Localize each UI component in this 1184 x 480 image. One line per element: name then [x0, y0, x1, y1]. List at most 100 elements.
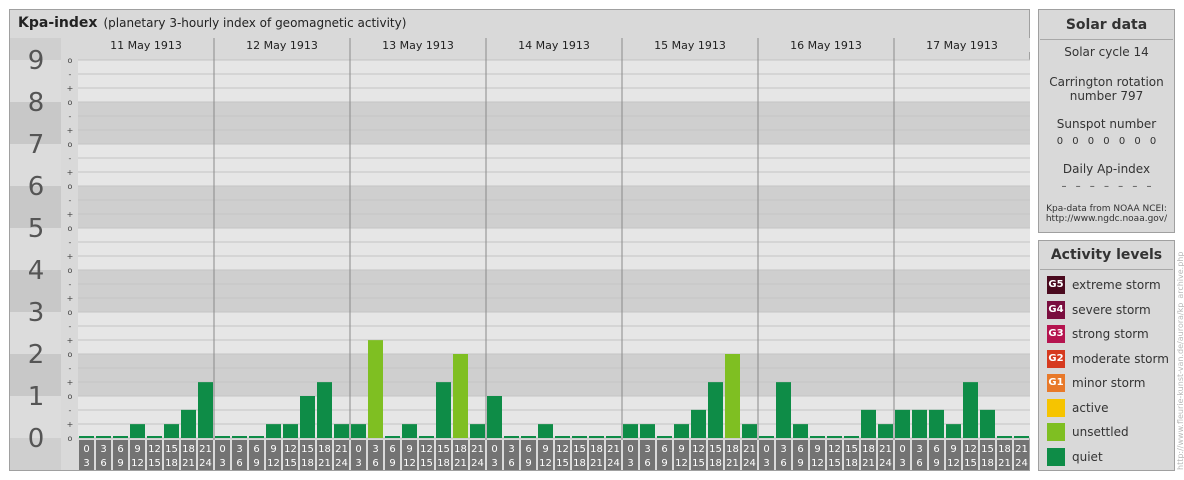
kp-bar — [912, 409, 927, 438]
hour-start-label: 0 — [899, 444, 905, 455]
y-minor-tick: + — [67, 210, 74, 219]
hour-start-label: 12 — [284, 444, 297, 455]
kpa-bar-chart: 0 o + - 1 o + - 2 o + - 3 o + - 4 o + - 5 o + - 6 o + - 7 o + - 8 o + - 9 o 11… — [10, 38, 1030, 470]
hour-start-label: 12 — [964, 444, 977, 455]
kp-bar — [436, 382, 451, 438]
band-row — [78, 270, 1030, 312]
hour-end-label: 12 — [675, 458, 688, 469]
legend-label: active — [1072, 400, 1109, 415]
hour-start-label: 21 — [743, 444, 756, 455]
hour-end-label: 3 — [83, 458, 89, 469]
solar-cycle: Solar cycle 14 — [1064, 45, 1149, 59]
hour-end-label: 3 — [627, 458, 633, 469]
y-minor-tick: o — [68, 224, 73, 233]
solar-data-title: Solar data — [1065, 17, 1148, 33]
source-line1: Kpa-data from NOAA NCEI: — [1046, 204, 1167, 214]
kp-bar — [691, 409, 706, 438]
activity-levels-panel: Activity levels G5 extreme storm G4 severe … — [1038, 240, 1175, 471]
kp-bar — [963, 382, 978, 438]
kp-bar — [674, 424, 689, 438]
y-tick-label: 9 — [28, 46, 45, 76]
hour-start-label: 9 — [678, 444, 684, 455]
kp-bar — [895, 409, 910, 438]
hour-end-label: 15 — [692, 458, 705, 469]
hour-end-label: 3 — [491, 458, 497, 469]
kp-bar — [504, 436, 519, 438]
activity-levels-title: Activity levels — [1050, 247, 1163, 263]
y-tick-label: 0 — [28, 424, 45, 454]
kp-bar — [708, 382, 723, 438]
legend-label: minor storm — [1072, 376, 1146, 390]
hour-end-label: 12 — [539, 458, 552, 469]
legend-label: quiet — [1072, 449, 1103, 464]
kp-bar — [266, 424, 281, 438]
solar-data-panel: Solar data Solar cycle 14 Carrington rot… — [1038, 9, 1175, 233]
hour-start-label: 6 — [389, 444, 395, 455]
hour-start-label: 0 — [219, 444, 225, 455]
hour-start-label: 6 — [525, 444, 531, 455]
kp-bar — [1014, 436, 1029, 438]
hour-start-label: 9 — [134, 444, 140, 455]
kp-bar — [861, 409, 876, 438]
hour-start-label: 18 — [726, 444, 739, 455]
y-minor-tick: + — [67, 126, 74, 135]
kp-bar — [538, 424, 553, 438]
hour-end-label: 6 — [644, 458, 650, 469]
hour-end-label: 6 — [236, 458, 242, 469]
legend-label: unsettled — [1072, 425, 1129, 439]
legend-swatch: G5 — [1047, 276, 1065, 294]
kp-bar — [810, 436, 825, 438]
hour-end-label: 21 — [590, 458, 603, 469]
day-label: 11 May 1913 — [110, 39, 182, 52]
day-label: 14 May 1913 — [518, 39, 590, 52]
hour-start-label: 21 — [335, 444, 348, 455]
kp-bar — [368, 340, 383, 438]
hour-start-label: 18 — [454, 444, 467, 455]
kp-bar — [572, 436, 587, 438]
hour-end-label: 6 — [780, 458, 786, 469]
hour-start-label: 3 — [644, 444, 650, 455]
hour-end-label: 9 — [389, 458, 395, 469]
hour-start-label: 6 — [933, 444, 939, 455]
y-minor-tick: o — [68, 392, 73, 401]
kp-bar — [793, 424, 808, 438]
hour-start-label: 21 — [879, 444, 892, 455]
hour-start-label: 15 — [845, 444, 858, 455]
hour-end-label: 24 — [471, 458, 484, 469]
sunspot-values: 0 0 0 0 0 0 0 — [1056, 136, 1157, 147]
hour-end-label: 15 — [284, 458, 297, 469]
hour-start-label: 0 — [355, 444, 361, 455]
kp-bar — [844, 436, 859, 438]
y-tick-label: 8 — [28, 88, 45, 118]
solar-divider — [1040, 39, 1173, 40]
hour-end-label: 18 — [845, 458, 858, 469]
kp-bar — [725, 354, 740, 438]
kp-bar — [759, 436, 774, 438]
hour-start-label: 12 — [420, 444, 433, 455]
hour-end-label: 18 — [165, 458, 178, 469]
band-row — [78, 60, 1030, 102]
kp-bar — [300, 396, 315, 438]
hour-end-label: 15 — [420, 458, 433, 469]
kp-bar — [198, 382, 213, 438]
legend-swatch — [1047, 423, 1065, 441]
hour-start-label: 21 — [471, 444, 484, 455]
day-label: 13 May 1913 — [382, 39, 454, 52]
hour-end-label: 3 — [899, 458, 905, 469]
hour-start-label: 18 — [590, 444, 603, 455]
hour-end-label: 21 — [454, 458, 467, 469]
kp-bar — [878, 424, 893, 438]
legend-label: severe storm — [1072, 302, 1151, 317]
y-minor-tick: - — [69, 70, 72, 79]
day-label: 17 May 1913 — [926, 39, 998, 52]
hour-end-label: 12 — [403, 458, 416, 469]
hour-end-label: 18 — [301, 458, 314, 469]
y-minor-tick: + — [67, 378, 74, 387]
hour-start-label: 15 — [301, 444, 314, 455]
kp-bar — [181, 409, 196, 438]
kp-bar — [453, 354, 468, 438]
kp-bar — [640, 424, 655, 438]
y-minor-tick: o — [68, 56, 73, 65]
day-label: 15 May 1913 — [654, 39, 726, 52]
kp-bar — [776, 382, 791, 438]
